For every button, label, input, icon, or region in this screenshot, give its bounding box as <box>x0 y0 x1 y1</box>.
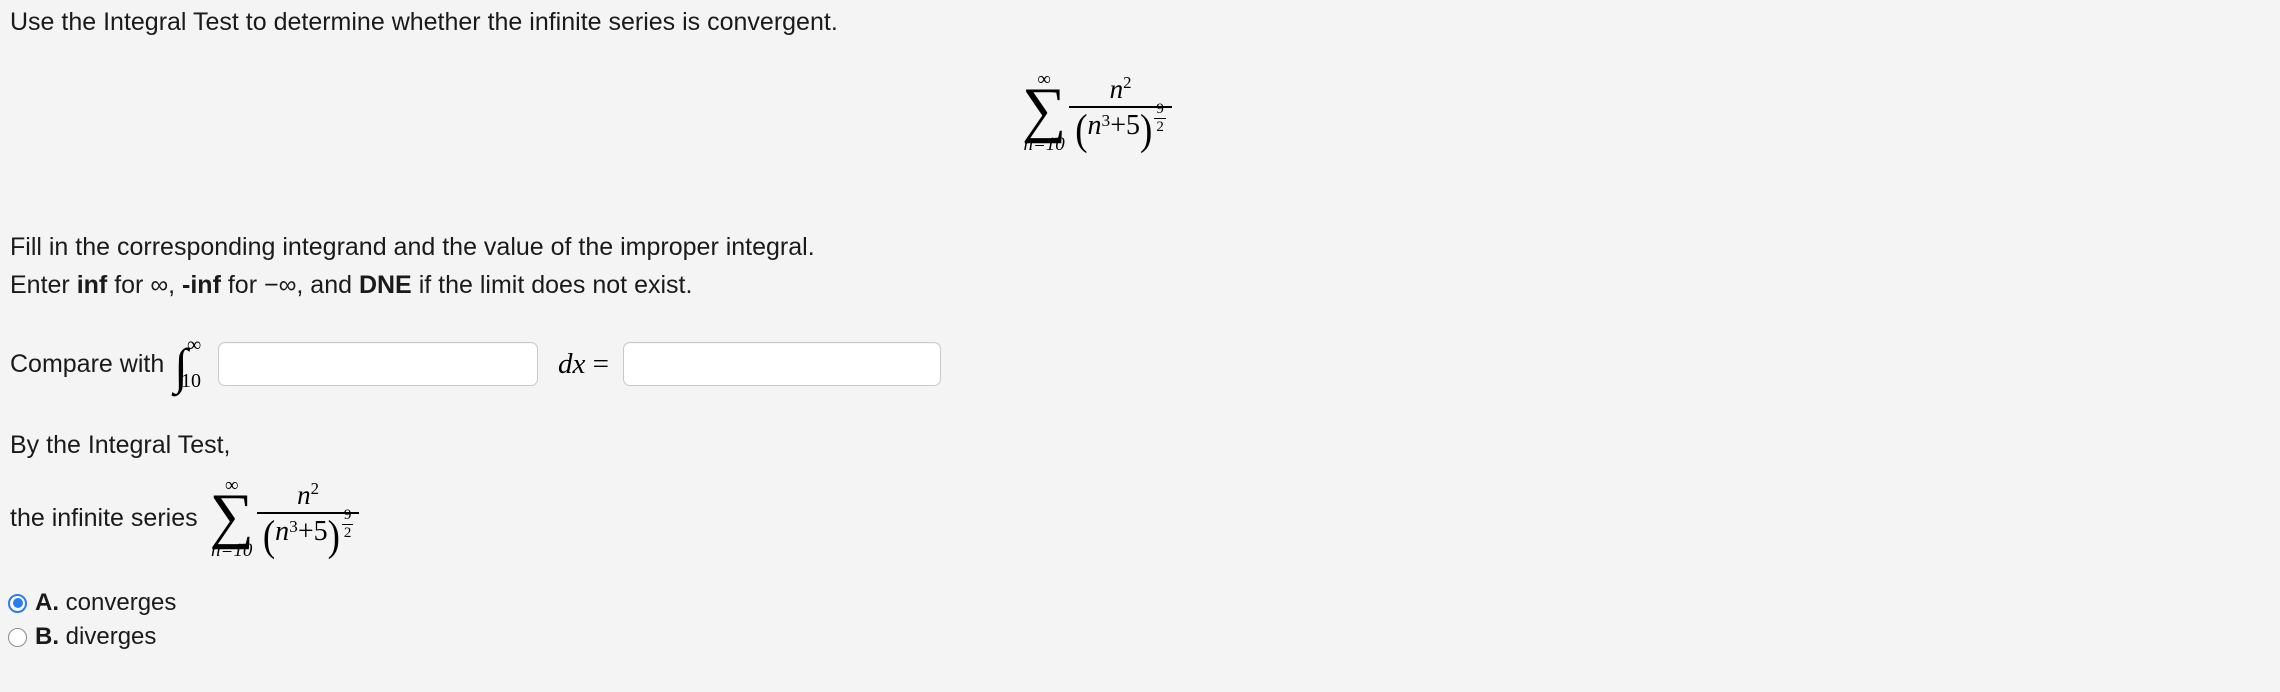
fraction-numerator-bottom: n2 <box>287 479 329 512</box>
denominator-plus-bottom: + <box>297 516 314 548</box>
numerator-exponent: 2 <box>1123 73 1132 93</box>
radio-option-a-text: converges <box>65 589 177 616</box>
denominator-exponent: 3 <box>1101 111 1111 131</box>
dx-label: dx <box>557 347 586 380</box>
sum-lower-limit-top: n=10 <box>1023 134 1065 156</box>
integral-upper-limit: ∞ <box>186 334 202 356</box>
denominator-power-fraction: 92 <box>1154 102 1166 135</box>
series-expression-bottom: ∞ ∑ n=10 n2 (n 3 + 5) 9 2 <box>210 476 363 560</box>
enter-suffix: if the limit does not exist. <box>411 271 693 299</box>
close-paren-bottom: ) <box>327 511 340 560</box>
radio-option-a-label: A. converges <box>35 589 176 617</box>
integrand-input[interactable] <box>217 342 538 386</box>
close-paren: ) <box>1140 105 1153 154</box>
radio-button-b-icon[interactable] <box>8 627 27 647</box>
radio-option-converges[interactable]: A. converges <box>8 589 176 617</box>
by-integral-test-label: By the Integral Test, <box>10 431 231 459</box>
fraction-denominator-bottom: (n 3 + 5) 9 2 <box>257 508 360 557</box>
summation-operator-bottom: ∞ ∑ n=10 <box>210 476 254 560</box>
numerator-variable: n <box>1109 74 1124 105</box>
fraction-numerator-top: n2 <box>1100 73 1142 106</box>
power-numerator: 9 <box>1156 101 1164 118</box>
integral-lower-limit: 10 <box>180 370 201 392</box>
worksheet-page: Use the Integral Test to determine wheth… <box>0 0 2280 692</box>
power-denominator-bottom: 2 <box>343 525 352 542</box>
denominator-constant-bottom: 5 <box>313 516 328 548</box>
enter-inf-keyword: inf <box>76 271 108 299</box>
enter-neg-inf-keyword: -inf <box>182 271 221 299</box>
dx-equals-label: dx = <box>558 348 609 381</box>
question-prompt: Use the Integral Test to determine wheth… <box>10 8 838 36</box>
denominator-exponent-bottom: 3 <box>289 517 298 537</box>
radio-option-b-label: B. diverges <box>35 623 156 651</box>
sigma-icon-bottom: ∑ <box>209 481 254 550</box>
compare-with-label: Compare with <box>10 349 165 378</box>
radio-button-a-icon[interactable] <box>8 593 27 613</box>
denominator-power-fraction-bottom: 92 <box>341 507 354 542</box>
radio-option-diverges[interactable]: B. diverges <box>8 623 156 651</box>
enter-dne-keyword: DNE <box>358 271 412 299</box>
series-fraction-top: n2 (n 3 + 5) 9 2 <box>1069 73 1172 151</box>
enter-for-neg-infinity: for −∞, and <box>220 271 359 299</box>
enter-values-instruction: Enter inf for ∞, -inf for −∞, and DNE if… <box>10 270 692 300</box>
open-paren: ( <box>1075 105 1088 154</box>
denominator-variable-bottom: n <box>275 516 290 548</box>
compare-with-row: Compare with ∫ ∞ 10 dx = <box>10 333 941 395</box>
denominator-plus: + <box>1110 110 1126 142</box>
power-numerator-bottom: 9 <box>343 507 352 524</box>
summation-operator-top: ∞ ∑ n=10 <box>1022 70 1066 154</box>
denominator-constant: 5 <box>1126 110 1140 142</box>
series-expression-top: ∞ ∑ n=10 n2 (n 3 + 5) 9 2 <box>1022 70 1175 154</box>
radio-option-a-key: A. <box>35 589 59 616</box>
fill-in-instruction: Fill in the corresponding integrand and … <box>10 233 815 261</box>
enter-for-infinity: for ∞, <box>107 271 183 299</box>
sigma-icon: ∑ <box>1022 76 1067 144</box>
denominator-variable: n <box>1087 110 1102 142</box>
radio-option-b-text: diverges <box>65 623 157 650</box>
enter-prefix: Enter <box>10 271 77 299</box>
open-paren-bottom: ( <box>262 511 276 560</box>
series-fraction-bottom: n2 (n 3 + 5) 9 2 <box>256 479 360 557</box>
numerator-exponent-bottom: 2 <box>310 479 320 499</box>
sum-lower-limit-bottom: n=10 <box>211 540 253 562</box>
integral-operator: ∫ ∞ 10 <box>174 335 206 391</box>
the-infinite-series-label: the infinite series <box>10 503 198 532</box>
integral-limits: ∞ 10 <box>181 335 206 391</box>
radio-option-b-key: B. <box>35 623 59 650</box>
equals-sign: = <box>592 347 609 380</box>
conclusion-series-row: the infinite series ∞ ∑ n=10 n2 (n 3 + 5)… <box>10 462 362 574</box>
numerator-variable-bottom: n <box>297 480 311 511</box>
power-denominator: 2 <box>1156 119 1164 136</box>
integral-value-input[interactable] <box>622 342 941 386</box>
fraction-denominator-top: (n 3 + 5) 9 2 <box>1069 102 1172 151</box>
